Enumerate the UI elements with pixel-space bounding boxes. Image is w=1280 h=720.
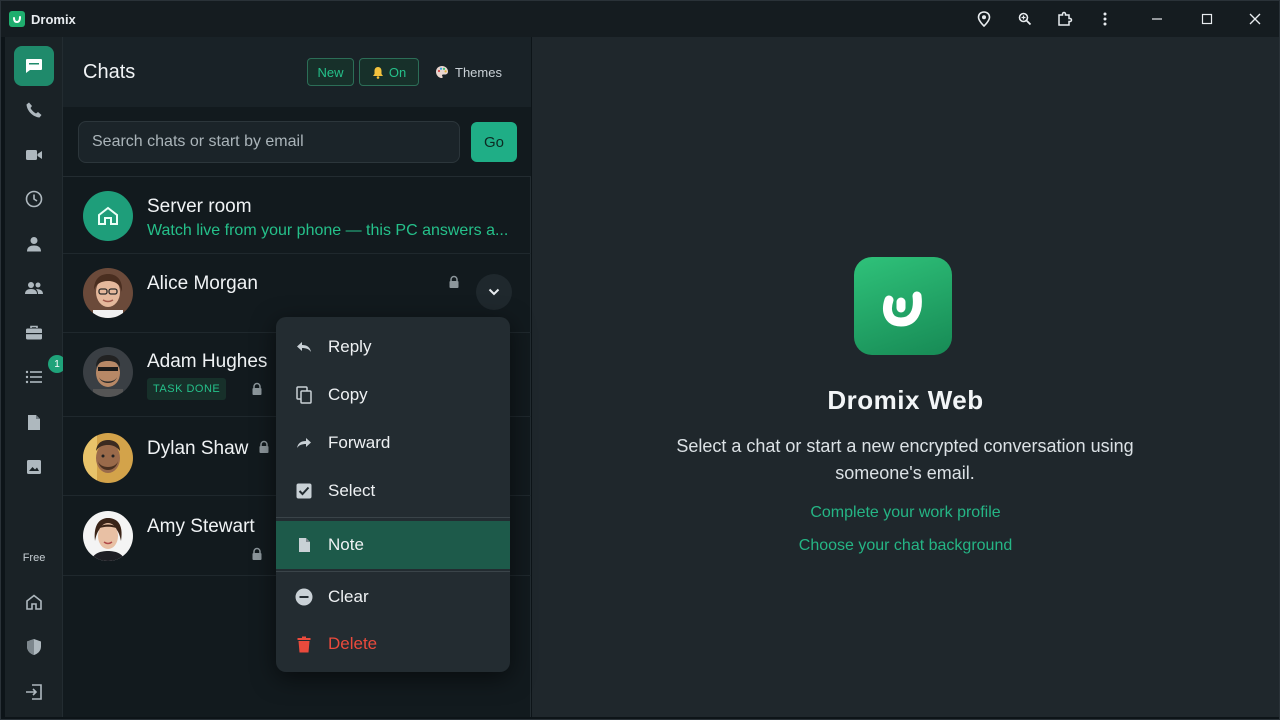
more-vert-icon[interactable] (1095, 9, 1115, 29)
notifications-label: On (388, 64, 407, 80)
chat-list-header: Chats New On Themes (63, 37, 531, 107)
search-bar: Go (63, 107, 531, 177)
menu-item-note[interactable]: Note (276, 521, 510, 569)
app-logo-icon (9, 11, 25, 27)
menu-item-forward[interactable]: Forward (276, 419, 510, 467)
search-input[interactable] (78, 121, 460, 163)
chat-name: Adam Hughes (147, 351, 268, 372)
person-icon[interactable] (14, 224, 54, 264)
menu-item-label: Forward (328, 433, 391, 452)
welcome-title: Dromix Web (827, 385, 984, 415)
minimize-icon[interactable] (1147, 9, 1167, 29)
clear-icon (294, 587, 314, 607)
menu-item-label: Clear (328, 587, 369, 606)
checkbox-icon (294, 481, 314, 501)
lock-icon (252, 547, 262, 560)
menu-item-label: Note (328, 535, 364, 554)
plan-label: Free (22, 552, 46, 564)
document-icon[interactable] (14, 402, 54, 442)
briefcase-icon[interactable] (14, 313, 54, 353)
welcome-text: Select a chat or start a new encrypted c… (676, 436, 1134, 483)
location-pin-icon[interactable] (974, 9, 994, 29)
themes-label: Themes (455, 64, 502, 80)
menu-item-label: Copy (328, 385, 368, 404)
menu-divider (276, 517, 510, 518)
menu-item-label: Delete (328, 634, 378, 653)
chat-name: Server room (147, 196, 252, 217)
menu-item-clear[interactable]: Clear (276, 573, 510, 621)
menu-item-delete[interactable]: Delete (276, 620, 510, 668)
copy-icon (294, 385, 314, 405)
app-window: Dromix 1 Free Chats New On Themes Search… (0, 0, 1280, 720)
menu-item-reply[interactable]: Reply (276, 323, 510, 371)
chat-background-link[interactable]: Choose your chat background (532, 537, 1279, 555)
status-badge: TASK DONE (147, 378, 227, 400)
shield-icon[interactable] (14, 627, 54, 667)
avatar (83, 433, 133, 483)
welcome-pane: Dromix Web Select a chat or start a new … (532, 37, 1279, 717)
chat-name: Alice Morgan (147, 273, 258, 294)
menu-item-label: Select (328, 481, 376, 500)
menu-divider (276, 571, 510, 572)
lock-icon (449, 275, 459, 288)
chat-context-menu: Reply Copy Forward Select Note Clear Del… (276, 317, 510, 672)
menu-item-copy[interactable]: Copy (276, 371, 510, 419)
chat-preview: Watch live from your phone — this PC ans… (147, 222, 509, 239)
avatar (83, 511, 133, 561)
palette-icon (436, 66, 448, 78)
menu-item-select[interactable]: Select (276, 467, 510, 515)
trash-icon (294, 634, 314, 654)
bell-icon (372, 66, 383, 79)
chat-name: Amy Stewart (147, 516, 255, 537)
history-icon[interactable] (14, 179, 54, 219)
new-chat-button[interactable]: New (307, 58, 354, 86)
group-icon[interactable] (14, 268, 54, 308)
note-icon (294, 535, 314, 555)
extension-icon[interactable] (1055, 9, 1075, 29)
themes-button[interactable]: Themes (435, 58, 502, 86)
lock-icon (252, 382, 262, 395)
nav-rail: 1 Free (5, 37, 66, 717)
page-title: Chats (83, 61, 136, 83)
video-icon[interactable] (14, 135, 54, 175)
image-icon[interactable] (14, 447, 54, 487)
home-icon (98, 206, 118, 225)
logout-icon[interactable] (14, 672, 54, 712)
new-chat-label: New (317, 64, 344, 80)
menu-item-label: Reply (328, 337, 372, 356)
title-bar: Dromix (1, 1, 1279, 37)
app-logo-icon (854, 257, 952, 355)
app-title: Dromix (31, 12, 76, 27)
zoom-icon[interactable] (1015, 9, 1035, 29)
complete-profile-link[interactable]: Complete your work profile (532, 504, 1279, 522)
avatar (83, 347, 133, 397)
chat-name: Dylan Shaw (147, 438, 249, 459)
chat-item-server-room[interactable]: Server room Watch live from your phone —… (63, 177, 531, 254)
chevron-down-icon (488, 288, 500, 296)
go-button[interactable]: Go (471, 122, 517, 162)
avatar (83, 191, 133, 241)
close-icon[interactable] (1245, 9, 1265, 29)
list-icon[interactable]: 1 (14, 355, 66, 397)
maximize-icon[interactable] (1197, 9, 1217, 29)
avatar (83, 268, 133, 318)
reply-icon (294, 337, 314, 357)
home-icon[interactable] (14, 582, 54, 622)
forward-icon (294, 433, 314, 453)
chat-options-button[interactable] (476, 274, 512, 310)
phone-icon[interactable] (14, 90, 54, 130)
notifications-toggle[interactable]: On (359, 58, 419, 86)
go-label: Go (483, 133, 504, 151)
lock-icon (259, 440, 269, 453)
chat-icon[interactable] (14, 46, 54, 86)
